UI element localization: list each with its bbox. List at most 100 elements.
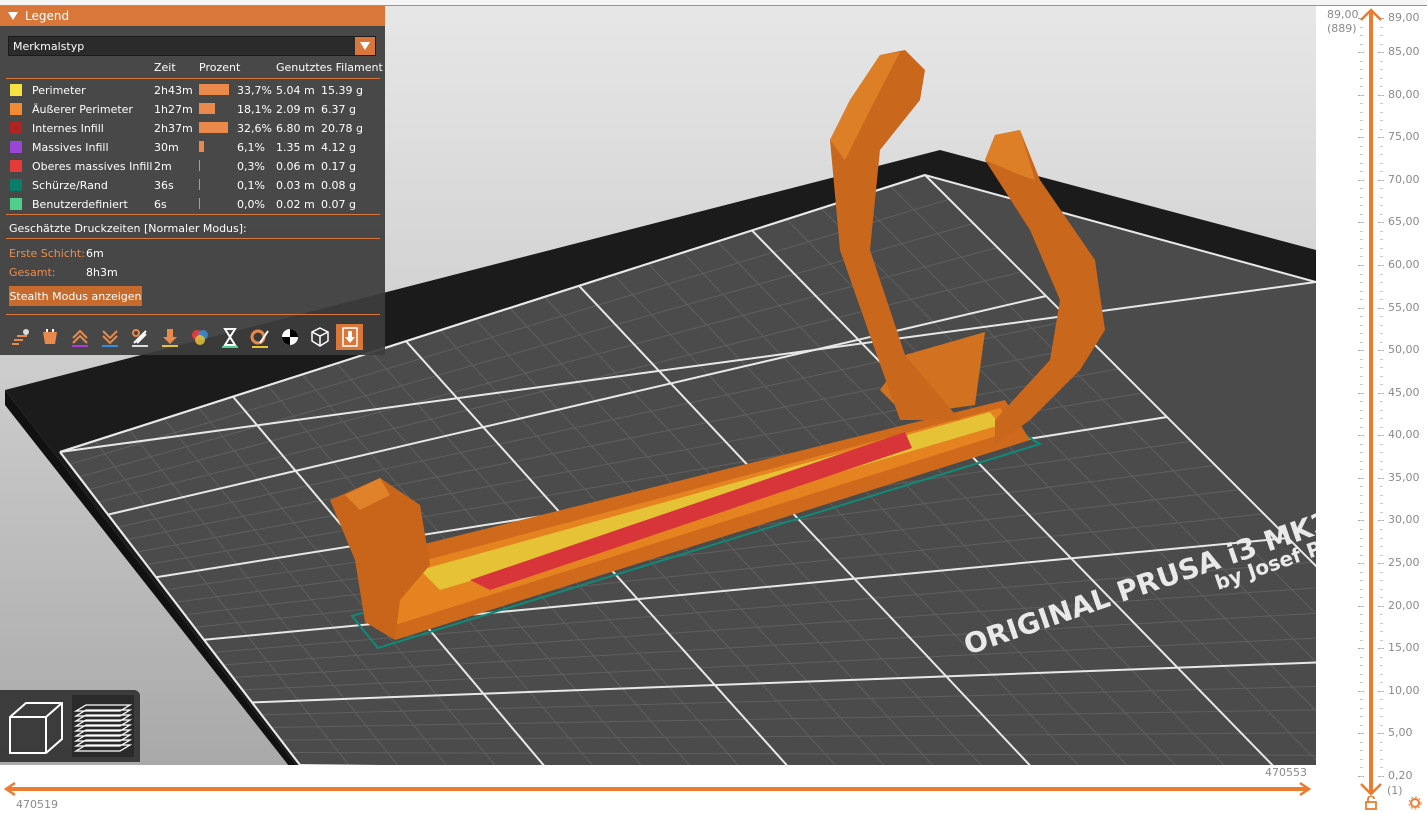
layer-minor-tick xyxy=(1380,733,1383,735)
tool-marker-icon[interactable] xyxy=(336,324,363,350)
layer-minor-tick xyxy=(1360,358,1363,360)
layer-minor-tick xyxy=(1360,333,1363,335)
layer-minor-tick xyxy=(1380,282,1383,284)
layer-minor-tick xyxy=(1360,60,1363,62)
layer-minor-tick xyxy=(1380,631,1383,633)
layer-minor-tick xyxy=(1380,597,1383,599)
preview-button[interactable] xyxy=(72,695,134,757)
upper-layer: (889) xyxy=(1327,22,1357,35)
layer-minor-tick xyxy=(1360,409,1363,411)
center-of-gravity-icon[interactable] xyxy=(276,324,303,350)
layer-tick-label: 50,00 xyxy=(1388,343,1420,357)
filament-weight: 0.17 g xyxy=(321,160,356,173)
legend-row[interactable]: Äußerer Perimeter 1h27m 18,1% 2.09 m 6.37 g xyxy=(0,100,385,119)
layer-minor-tick xyxy=(1360,460,1363,462)
layer-minor-tick xyxy=(1380,324,1383,326)
layer-minor-tick xyxy=(1360,452,1363,454)
feature-name: Benutzerdefiniert xyxy=(32,198,128,211)
layer-minor-tick xyxy=(1380,469,1383,471)
layer-minor-tick xyxy=(1360,435,1363,437)
layer-minor-tick xyxy=(1380,154,1383,156)
feature-percent: 0,3% xyxy=(237,160,265,173)
upper-thumb-icon[interactable] xyxy=(1359,8,1383,22)
layer-minor-tick xyxy=(1380,103,1383,105)
layer-minor-tick xyxy=(1360,171,1363,173)
layer-minor-tick xyxy=(1360,324,1363,326)
layer-minor-tick xyxy=(1360,205,1363,207)
layer-minor-tick xyxy=(1380,741,1383,743)
layer-tick-label: 5,00 xyxy=(1388,726,1413,740)
lower-layer: (1) xyxy=(1387,784,1403,797)
pause-icon[interactable] xyxy=(216,324,243,350)
custom-gcode-icon[interactable] xyxy=(246,324,273,350)
layer-minor-tick xyxy=(1360,43,1363,45)
layer-minor-tick xyxy=(1360,111,1363,113)
filament-length: 0.03 m xyxy=(276,179,315,192)
dropdown-arrow-icon[interactable] xyxy=(355,37,375,55)
feature-percent: 6,1% xyxy=(237,141,265,154)
percent-bar xyxy=(199,103,215,114)
layer-minor-tick xyxy=(1360,511,1363,513)
show-stealth-mode-button[interactable]: Stealth Modus anzeigen xyxy=(9,286,142,306)
layer-minor-tick xyxy=(1360,724,1363,726)
layer-minor-tick xyxy=(1360,375,1363,377)
deretractions-icon[interactable] xyxy=(96,324,123,350)
settings-cog-icon[interactable] xyxy=(1408,796,1422,810)
layer-tick-label: 60,00 xyxy=(1388,257,1420,271)
layer-tick-label: 89,00 xyxy=(1388,11,1420,24)
layer-minor-tick xyxy=(1380,443,1383,445)
layer-tick-label: 40,00 xyxy=(1388,428,1420,442)
layer-minor-tick xyxy=(1360,750,1363,752)
upper-value: 89,00 xyxy=(1327,8,1359,21)
legend-row[interactable]: Perimeter 2h43m 33,7% 5.04 m 15.39 g xyxy=(0,81,385,100)
tool-changes-icon[interactable] xyxy=(156,324,183,350)
legend-row[interactable]: Schürze/Rand 36s 0,1% 0.03 m 0.08 g xyxy=(0,176,385,195)
layer-minor-tick xyxy=(1360,418,1363,420)
move-left-value: 470519 xyxy=(16,798,58,811)
layer-tick-label: 20,00 xyxy=(1388,598,1420,612)
layer-minor-tick xyxy=(1380,137,1383,139)
right-thumb-icon[interactable] xyxy=(1298,781,1312,797)
left-thumb-icon[interactable] xyxy=(3,781,17,797)
lock-icon[interactable] xyxy=(1364,796,1378,810)
legend-row[interactable]: Oberes massives Infill 2m 0,3% 0.06 m 0.17 g xyxy=(0,157,385,176)
seams-icon[interactable] xyxy=(126,324,153,350)
lower-thumb-icon[interactable] xyxy=(1359,782,1383,796)
shells-icon[interactable] xyxy=(306,324,333,350)
filament-weight: 0.08 g xyxy=(321,179,356,192)
layer-minor-tick xyxy=(1360,247,1363,249)
feature-time: 6s xyxy=(154,198,167,211)
collapse-triangle-icon xyxy=(8,12,18,20)
3d-view-button[interactable] xyxy=(4,695,66,757)
filament-length: 0.02 m xyxy=(276,198,315,211)
move-slider-track[interactable] xyxy=(8,787,1308,791)
wipe-icon[interactable] xyxy=(36,324,63,350)
layer-minor-tick xyxy=(1360,77,1363,79)
view-type-select[interactable]: Merkmalstyp xyxy=(8,36,376,56)
layer-tick-label: 70,00 xyxy=(1388,172,1420,186)
percent-bar xyxy=(199,84,229,95)
percent-bar xyxy=(199,198,200,209)
legend-header[interactable]: Legend xyxy=(0,6,385,26)
legend-row[interactable]: Massives Infill 30m 6,1% 1.35 m 4.12 g xyxy=(0,138,385,157)
legend-row[interactable]: Internes Infill 2h37m 32,6% 6.80 m 20.78 g xyxy=(0,119,385,138)
percent-bar xyxy=(199,122,228,133)
legend-row[interactable]: Benutzerdefiniert 6s 0,0% 0.02 m 0.07 g xyxy=(0,195,385,214)
first-layer-label: Erste Schicht: xyxy=(9,247,85,260)
retractions-icon[interactable] xyxy=(66,324,93,350)
layer-minor-tick xyxy=(1380,392,1383,394)
layer-minor-tick xyxy=(1360,282,1363,284)
layer-minor-tick xyxy=(1380,162,1383,164)
layer-minor-tick xyxy=(1360,264,1363,266)
layer-minor-tick xyxy=(1360,690,1363,692)
layer-slider-track[interactable] xyxy=(1369,12,1373,794)
feature-time: 2m xyxy=(154,160,172,173)
color-changes-icon[interactable] xyxy=(186,324,213,350)
color-swatch xyxy=(10,198,22,210)
travel-icon[interactable] xyxy=(6,324,33,350)
color-swatch xyxy=(10,122,22,134)
layer-minor-tick xyxy=(1360,145,1363,147)
legend-rows: Perimeter 2h43m 33,7% 5.04 m 15.39 g Äußerer … xyxy=(0,81,385,214)
layer-tick-label: 35,00 xyxy=(1388,470,1420,484)
layer-tick-label: 15,00 xyxy=(1388,641,1420,655)
